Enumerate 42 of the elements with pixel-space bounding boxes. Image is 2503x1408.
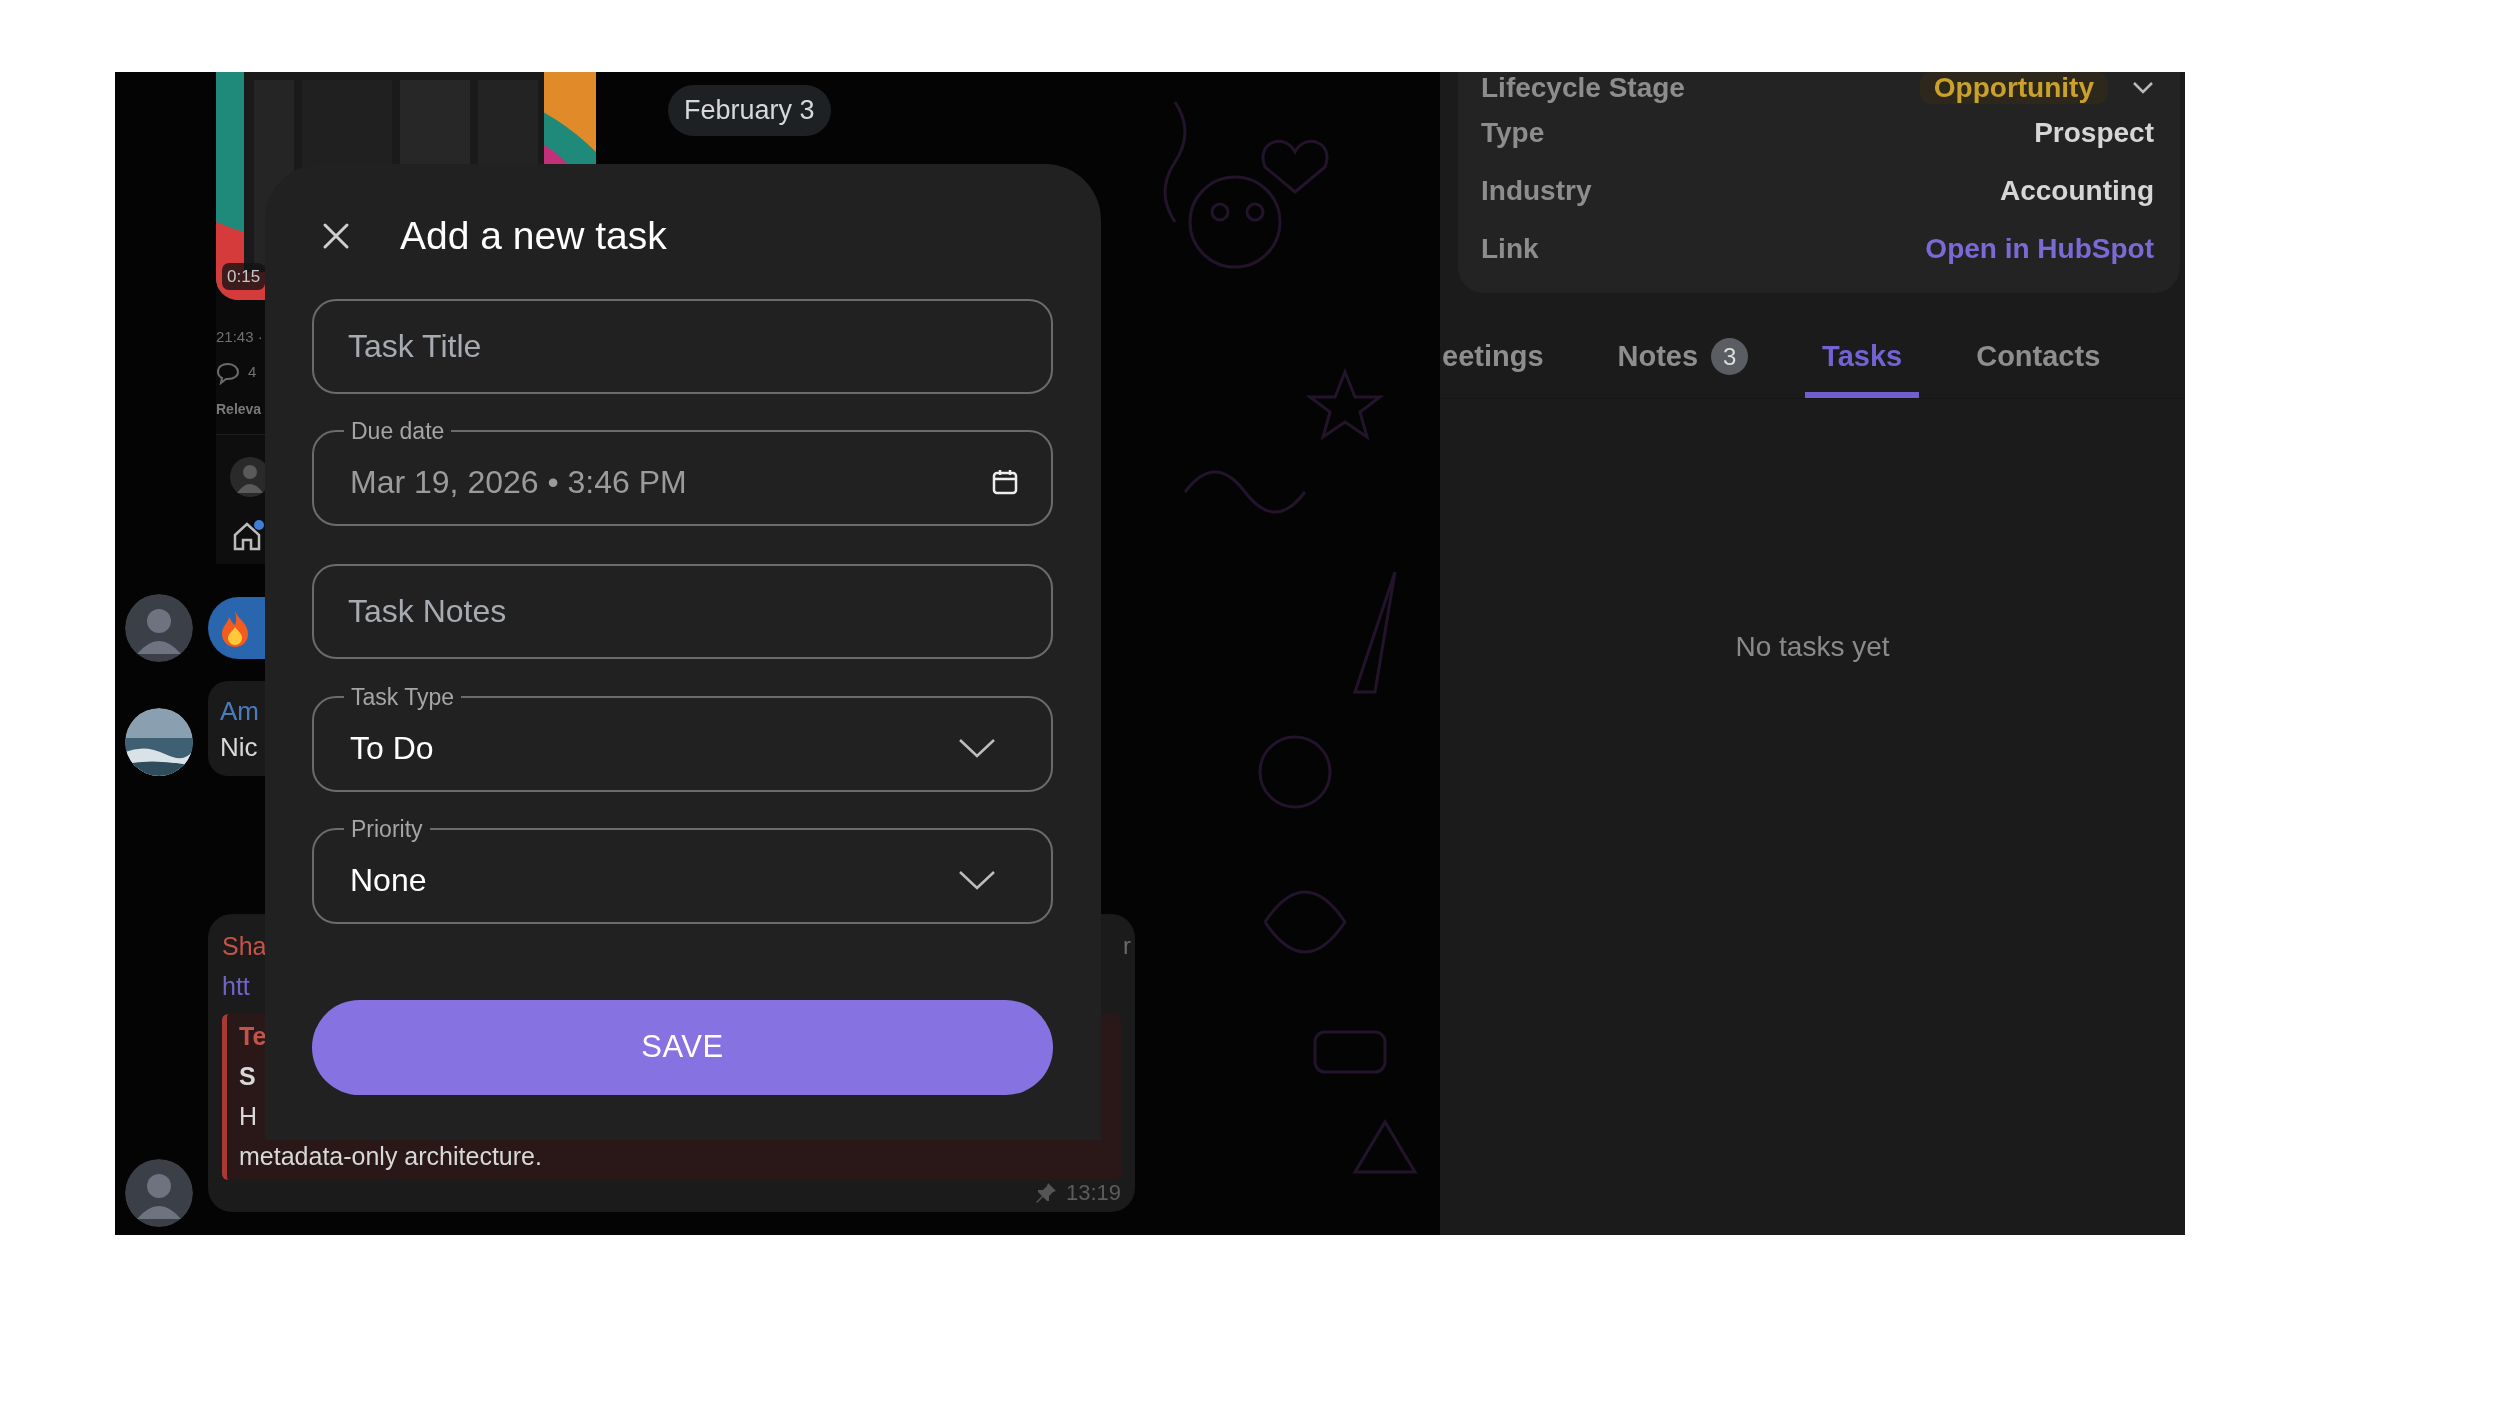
sender-name: Sha — [222, 930, 267, 962]
tab[interactable]: Notes 3 — [1600, 321, 1766, 398]
message-text: Nic — [220, 730, 259, 764]
comment-count: 4 — [248, 362, 257, 383]
text-field[interactable]: Task Title — [312, 299, 1053, 394]
field-label: Lifecycle Stage — [1481, 72, 1685, 105]
date-field[interactable]: Due date Mar 19, 2026 • 3:46 PM — [312, 419, 1053, 526]
message-link[interactable]: htt — [222, 965, 250, 1006]
post-time: 21:43 · — [216, 327, 263, 347]
comment-icon — [216, 360, 240, 385]
tab[interactable]: Contacts — [1959, 321, 2118, 398]
dropdown-field[interactable]: Priority None — [312, 817, 1053, 924]
empty-message: No tasks yet — [1735, 630, 1890, 664]
chevron-icon[interactable] — [2132, 81, 2154, 95]
field-label: Link — [1481, 232, 1539, 266]
video-duration: 0:15 — [222, 262, 266, 290]
dialog-title: Add a new task — [400, 214, 667, 258]
field-label: Type — [1481, 116, 1545, 150]
save-button[interactable]: SAVE — [312, 1000, 1053, 1095]
quote-text: S — [239, 1060, 256, 1092]
quote-title: Te — [239, 1020, 267, 1052]
avatar — [125, 1158, 193, 1227]
calendar-icon — [991, 468, 1019, 496]
text-field[interactable]: Task Notes — [312, 564, 1053, 659]
message-text: r — [1123, 930, 1131, 961]
field-value: Accounting — [2000, 174, 2154, 208]
chevron-icon — [958, 737, 996, 759]
message-time: 13:19 — [1065, 1179, 1121, 1206]
quote-text: metadata-only architecture. — [239, 1140, 542, 1172]
count-badge: 3 — [1711, 338, 1749, 375]
field-value: Prospect — [2034, 116, 2154, 150]
dropdown-field[interactable]: Task Type To Do — [312, 685, 1053, 792]
field-label: Industry — [1481, 174, 1592, 208]
date-chip: February 3 — [668, 85, 831, 136]
avatar — [125, 593, 193, 662]
stage-badge: Opportunity — [1919, 72, 2108, 104]
section-label: Releva — [216, 399, 262, 419]
sender-name: Am — [220, 694, 260, 728]
hubspot-link[interactable]: Open in HubSpot — [1925, 228, 2154, 270]
quote-text: H — [239, 1100, 258, 1132]
tab[interactable]: eetings — [1442, 321, 1561, 398]
chevron-icon — [958, 869, 996, 891]
